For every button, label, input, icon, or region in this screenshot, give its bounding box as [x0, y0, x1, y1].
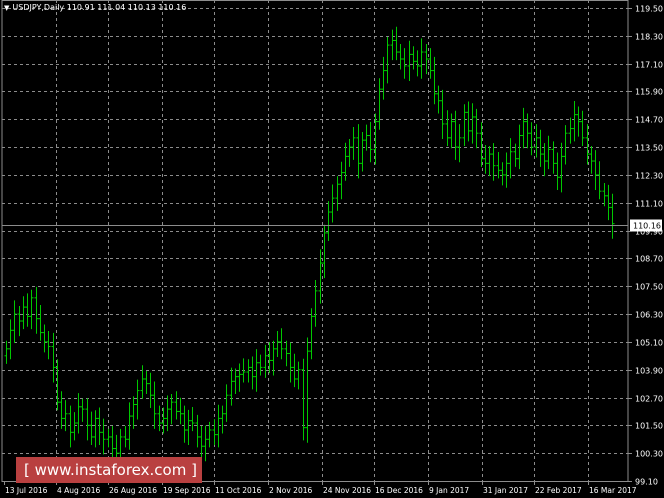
y-tick-label: 102.70 [635, 395, 663, 404]
y-tick-label: 101.50 [635, 422, 663, 431]
y-tick-label: 112.30 [635, 172, 663, 181]
x-tick-label: 16 Mar 2017 [589, 486, 637, 495]
x-tick-label: 24 Nov 2016 [323, 486, 371, 495]
watermark-banner: [ www.instaforex.com ] [16, 457, 202, 483]
y-tick-label: 119.50 [635, 5, 663, 14]
y-tick-label: 105.10 [635, 339, 663, 348]
y-tick-label: 109.90 [635, 228, 663, 237]
x-tick-label: 31 Jan 2017 [483, 486, 528, 495]
x-tick-label: 11 Oct 2016 [215, 486, 262, 495]
y-tick-label: 113.50 [635, 144, 663, 153]
x-tick-label: 16 Dec 2016 [375, 486, 423, 495]
x-tick-label: 4 Aug 2016 [57, 486, 100, 495]
y-tick-label: 118.30 [635, 33, 663, 42]
time-axis: 13 Jul 2016 4 Aug 2016 26 Aug 2016 19 Sep 2… [4, 481, 637, 495]
y-tick-label: 106.30 [635, 311, 663, 320]
x-tick-label: 26 Aug 2016 [109, 486, 157, 495]
y-tick-label: 103.90 [635, 367, 663, 376]
x-tick-label: 9 Jan 2017 [429, 486, 469, 495]
y-tick-label: 108.70 [635, 255, 663, 264]
y-tick-label: 115.90 [635, 88, 663, 97]
y-tick-label: 117.10 [635, 61, 663, 70]
y-tick-label: 99.10 [635, 478, 658, 487]
price-axis: 119.50 118.30 117.10 115.90 114.70 113.50 112.… [628, 5, 663, 487]
y-tick-label: 100.30 [635, 450, 663, 459]
x-tick-label: 22 Feb 2017 [535, 486, 582, 495]
collapse-triangle-icon[interactable]: ▼ [4, 4, 9, 12]
chart-grid [1, 0, 629, 482]
candle-series [4, 26, 615, 469]
y-tick-label: 111.10 [635, 200, 663, 209]
x-tick-label: 19 Sep 2016 [163, 486, 211, 495]
y-tick-label: 107.50 [635, 283, 663, 292]
ohlc-values: 110.91 111.04 110.13 110.16 [66, 3, 187, 12]
symbol-label: USDJPY,Daily [12, 3, 65, 12]
x-tick-label: 13 Jul 2016 [5, 486, 48, 495]
price-chart[interactable]: 110.16 119.50118.30117.10115.90114.70113… [0, 0, 664, 498]
chart-header: ▼ USDJPY,Daily 110.91 111.04 110.13 110.1… [4, 3, 186, 12]
y-tick-label: 114.70 [635, 116, 663, 125]
x-tick-label: 2 Nov 2016 [269, 486, 312, 495]
